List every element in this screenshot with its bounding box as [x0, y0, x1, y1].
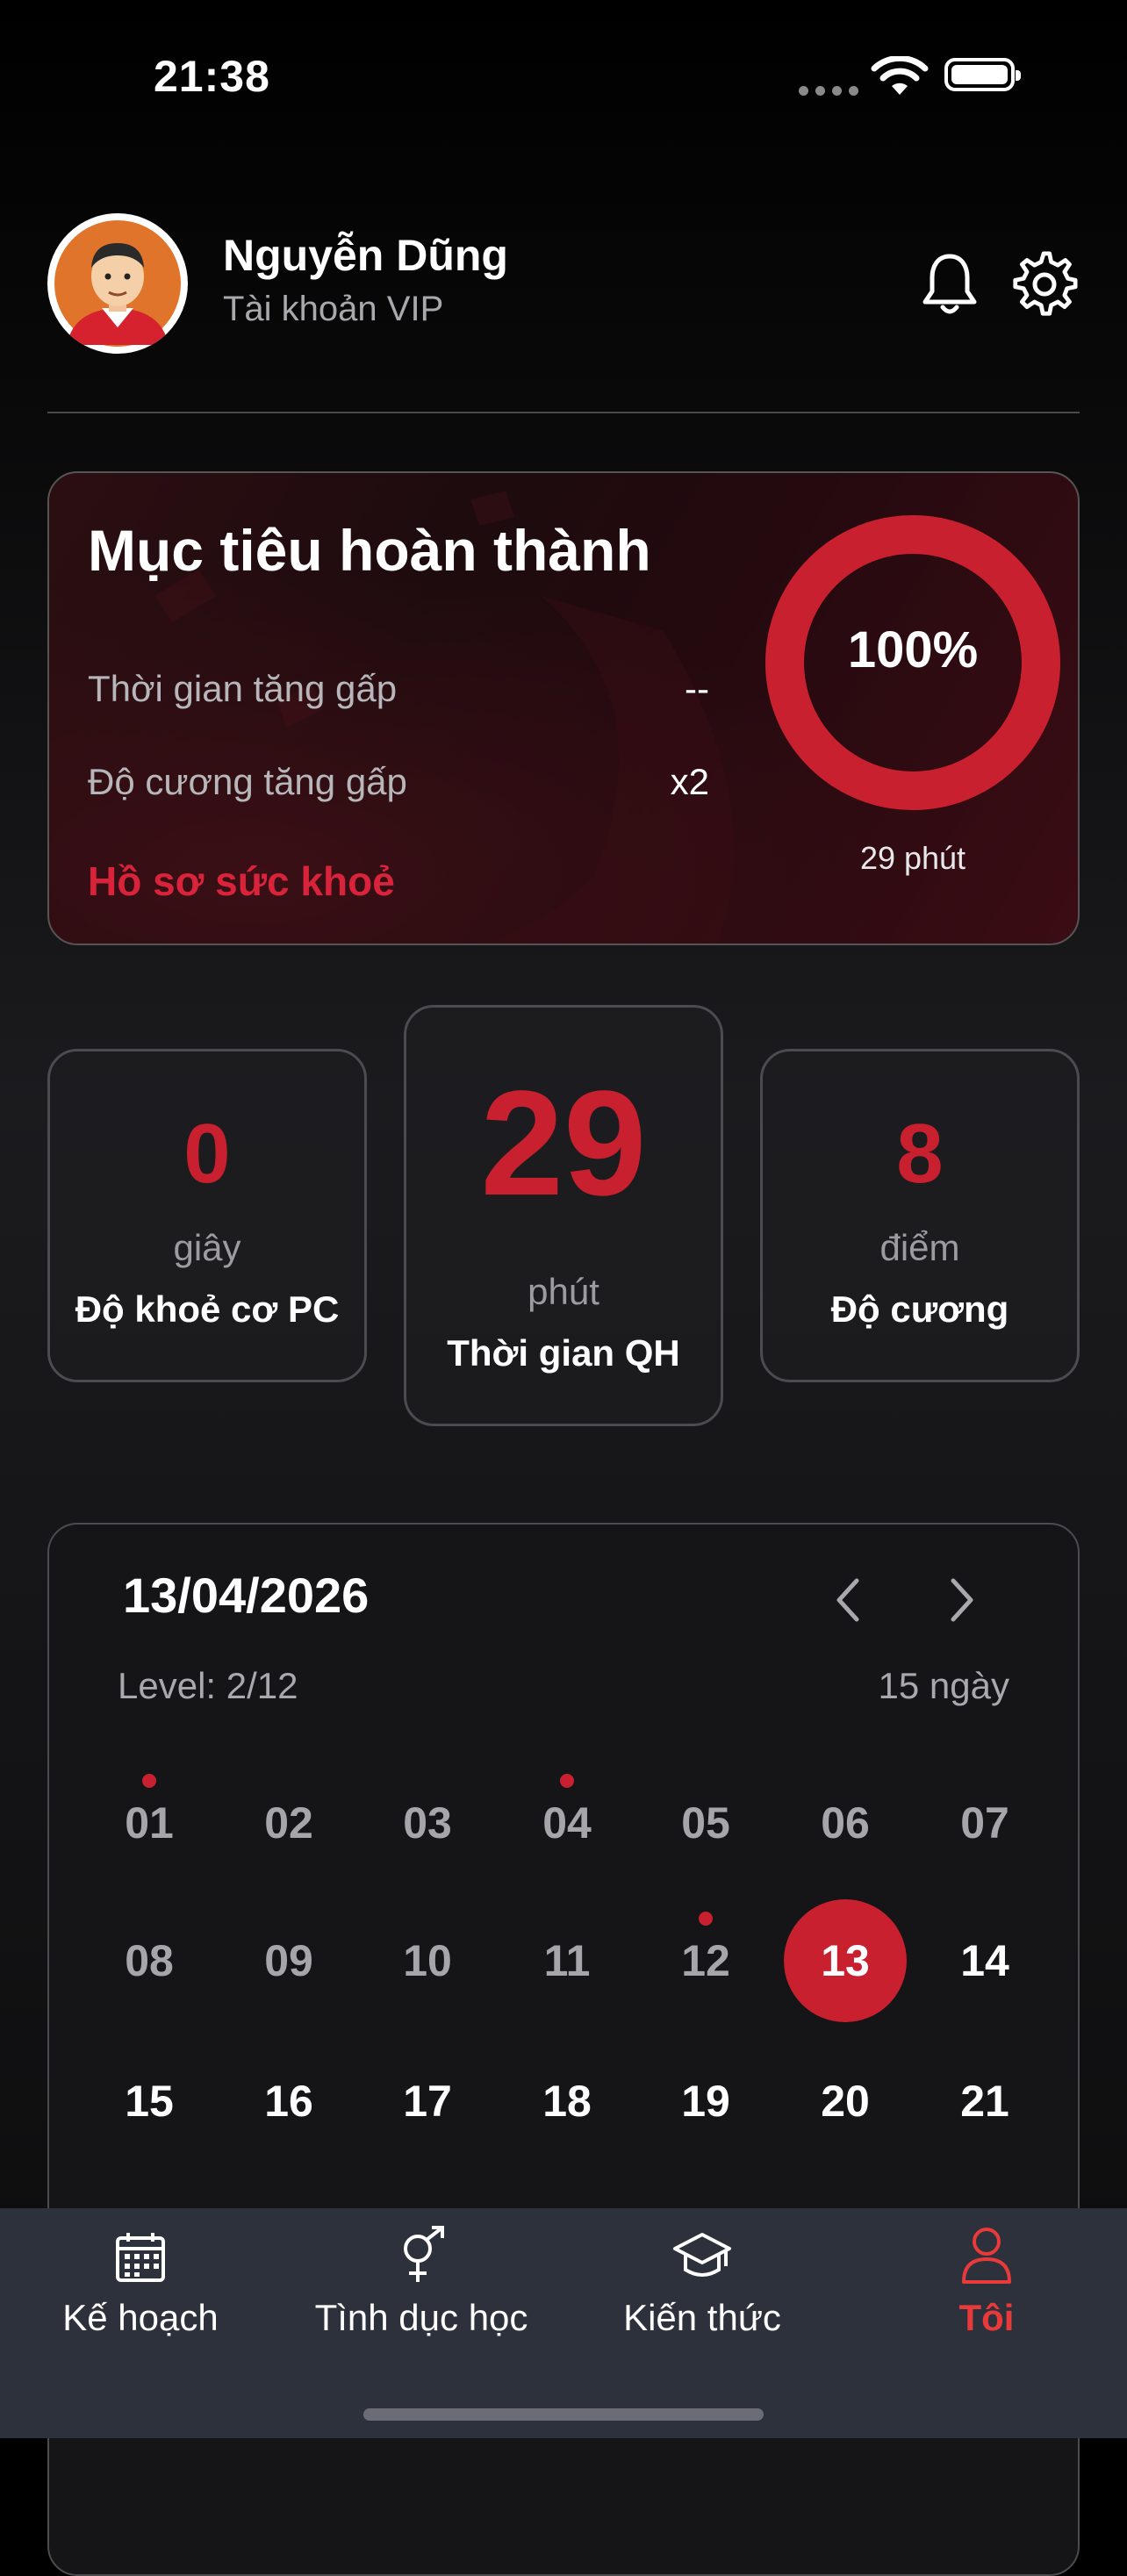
app-screen: 21:38 Nguyễn Dũng Tài khoản VIP Mục tiêu… — [0, 0, 1127, 2576]
nav-label: Kế hoạch — [62, 2297, 219, 2338]
calendar-day-label: 11 — [543, 1936, 591, 1985]
calendar-day[interactable]: 01 — [88, 1762, 211, 1884]
calendar-day[interactable]: 09 — [227, 1899, 350, 2022]
calendar-day-label: 18 — [542, 2077, 592, 2126]
calendar-day[interactable]: 04 — [506, 1762, 628, 1884]
home-indicator[interactable] — [363, 2408, 764, 2421]
calendar-day[interactable]: 19 — [644, 2040, 767, 2163]
nav-item-sexology[interactable]: Tình dục học — [290, 2208, 553, 2339]
calendar-day[interactable]: 08 — [88, 1899, 211, 2022]
calendar-day-label: 03 — [403, 1798, 452, 1848]
calendar-day[interactable]: 21 — [923, 2040, 1046, 2163]
calendar-day-label: 07 — [960, 1798, 1009, 1848]
stat-value: 29 — [480, 1060, 647, 1227]
account-type: Tài khoản VIP — [223, 290, 444, 328]
calendar-day[interactable]: 03 — [366, 1762, 489, 1884]
wifi-icon — [871, 56, 929, 95]
stat-label: Thời gian QH — [447, 1332, 680, 1374]
bell-icon[interactable] — [920, 251, 980, 318]
gear-icon[interactable] — [1011, 251, 1078, 318]
avatar[interactable] — [47, 213, 188, 354]
chevron-right-icon[interactable] — [944, 1574, 980, 1626]
calendar-day[interactable]: 12 — [644, 1899, 767, 2022]
calendar-day[interactable]: 10 — [366, 1899, 489, 2022]
nav-item-me[interactable]: Tôi — [890, 2208, 1083, 2339]
cellular-icon — [799, 84, 865, 100]
stat-unit: phút — [528, 1271, 599, 1312]
calendar-day-label: 10 — [403, 1936, 452, 1985]
calendar-level: Level: 2/12 — [118, 1665, 298, 1706]
stat-unit: điểm — [879, 1227, 960, 1268]
calendar-day[interactable]: 16 — [227, 2040, 350, 2163]
nav-label: Tình dục học — [314, 2297, 528, 2338]
goal-row-value: x2 — [670, 761, 709, 802]
user-icon — [962, 2228, 1011, 2284]
calendar-day-label: 01 — [125, 1798, 174, 1848]
calendar-day-label: 16 — [264, 2077, 313, 2126]
activity-dot — [560, 1774, 574, 1788]
calendar-day-label: 05 — [681, 1798, 730, 1848]
nav-item-knowledge[interactable]: Kiến thức — [588, 2208, 816, 2339]
progress-caption: 29 phút — [859, 840, 966, 876]
activity-dot — [142, 1774, 156, 1788]
calendar-day-label: 21 — [960, 2077, 1009, 2126]
calendar-day[interactable]: 05 — [644, 1762, 767, 1884]
progress-percent: 100% — [847, 621, 979, 678]
stat-label: Độ cương — [830, 1288, 1009, 1330]
nav-item-plan[interactable]: Kế hoạch — [26, 2208, 255, 2339]
stat-card-pc-strength[interactable]: 0 giây Độ khoẻ cơ PC — [47, 1049, 367, 1382]
calendar-day-label: 19 — [681, 2077, 730, 2126]
calendar-day[interactable]: 11 — [506, 1899, 628, 2022]
gender-icon — [404, 2226, 444, 2282]
calendar-day-label: 12 — [681, 1936, 730, 1985]
stat-label: Độ khoẻ cơ PC — [75, 1288, 340, 1330]
status-time: 21:38 — [154, 52, 270, 101]
health-profile-link[interactable]: Hồ sơ sức khoẻ — [88, 857, 395, 905]
avatar-icon — [54, 220, 181, 347]
nav-label: Kiến thức — [623, 2297, 781, 2338]
goal-title: Mục tiêu hoàn thành — [88, 518, 651, 583]
calendar-day[interactable]: 14 — [923, 1899, 1046, 2022]
calendar-day-label: 09 — [264, 1936, 313, 1985]
calendar-day-label: 14 — [960, 1936, 1009, 1985]
calendar-day-label: 06 — [821, 1798, 870, 1848]
graduation-cap-icon — [673, 2233, 731, 2277]
nav-label: Tôi — [958, 2297, 1015, 2338]
goal-row-label: Thời gian tăng gấp — [88, 668, 398, 709]
calendar-days-count: 15 ngày — [878, 1665, 1009, 1706]
user-name: Nguyễn Dũng — [223, 231, 508, 280]
bottom-nav: Kế hoạch Tình dục học Kiến thức Tôi — [0, 2208, 1127, 2438]
stat-value: 0 — [183, 1107, 231, 1201]
goal-row-value: -- — [685, 668, 709, 709]
calendar-day[interactable]: 20 — [784, 2040, 907, 2163]
stat-unit: giây — [173, 1227, 241, 1268]
stat-card-hardness[interactable]: 8 điểm Độ cương — [760, 1049, 1080, 1382]
chevron-left-icon[interactable] — [830, 1574, 865, 1626]
calendar-day-label: 08 — [125, 1936, 174, 1985]
battery-icon — [944, 58, 1021, 91]
goal-row-label: Độ cương tăng gấp — [88, 761, 407, 802]
calendar-date: 13/04/2026 — [123, 1568, 370, 1623]
calendar-day-label: 20 — [821, 2077, 870, 2126]
calendar-day[interactable]: 18 — [506, 2040, 628, 2163]
stat-card-duration[interactable]: 29 phút Thời gian QH — [404, 1005, 723, 1426]
calendar-day-label: 15 — [125, 2077, 174, 2126]
calendar-day-label: 13 — [821, 1936, 870, 1985]
calendar-icon — [116, 2233, 165, 2282]
activity-dot — [699, 1912, 713, 1926]
calendar-day[interactable]: 02 — [227, 1762, 350, 1884]
calendar-day-label: 04 — [542, 1798, 592, 1848]
stat-value: 8 — [896, 1107, 944, 1201]
calendar-day[interactable]: 15 — [88, 2040, 211, 2163]
calendar-day[interactable]: 07 — [923, 1762, 1046, 1884]
calendar-day-label: 02 — [264, 1798, 313, 1848]
calendar-day-label: 17 — [403, 2077, 452, 2126]
calendar-day[interactable]: 06 — [784, 1762, 907, 1884]
calendar-day[interactable]: 17 — [366, 2040, 489, 2163]
calendar-day-today[interactable]: 13 — [784, 1899, 907, 2022]
header-divider — [47, 412, 1080, 413]
goal-card[interactable]: Mục tiêu hoàn thành Thời gian tăng gấp -… — [47, 471, 1080, 945]
